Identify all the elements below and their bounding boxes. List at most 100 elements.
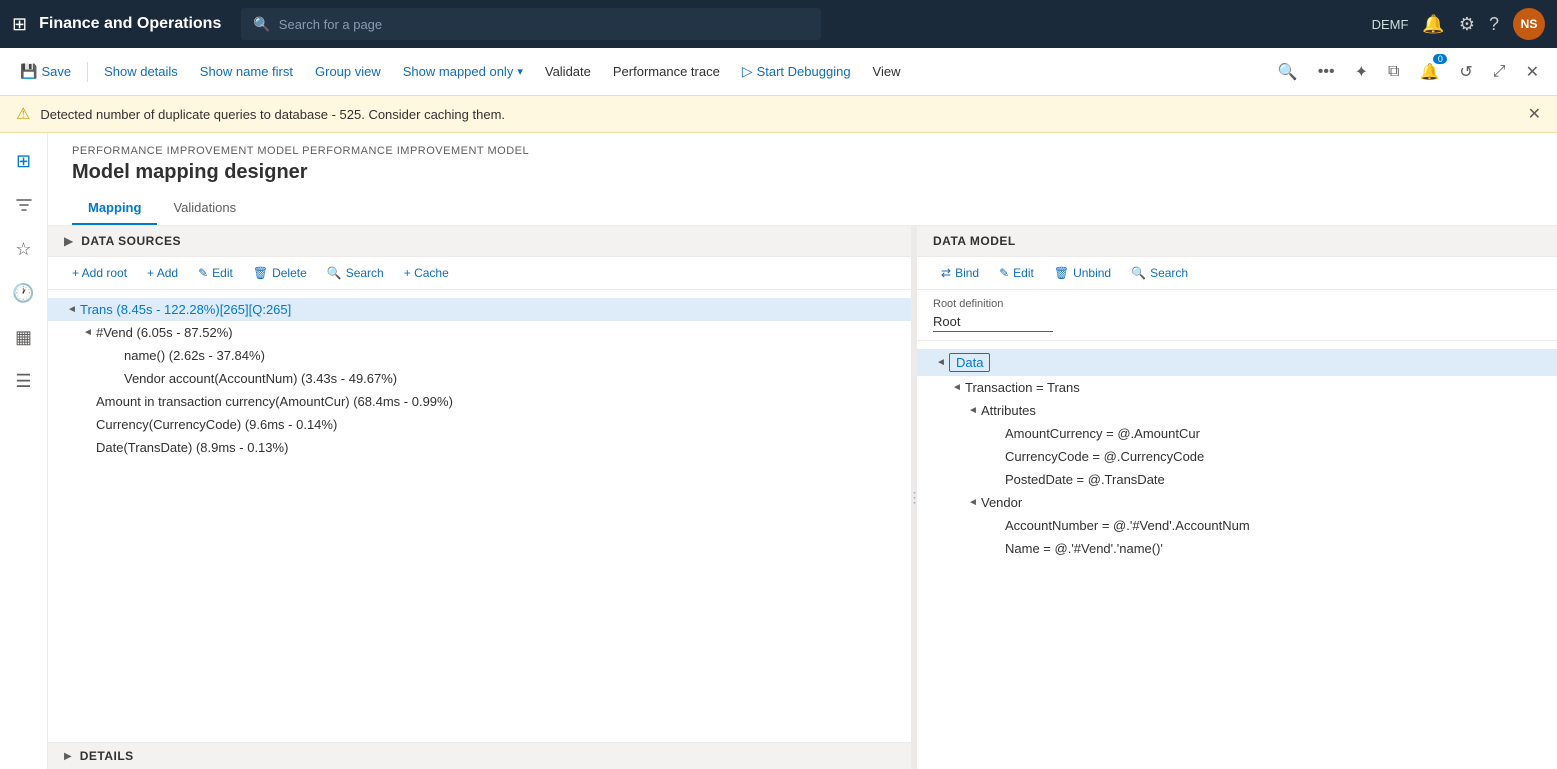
- dm-item-vendor[interactable]: ◄ Vendor: [917, 491, 1557, 514]
- tab-validations[interactable]: Validations: [157, 192, 252, 225]
- group-view-button[interactable]: Group view: [305, 60, 391, 83]
- dm-item-data[interactable]: ◄ Data: [917, 349, 1557, 376]
- app-title: Finance and Operations: [39, 15, 221, 33]
- start-debugging-label: Start Debugging: [757, 64, 851, 79]
- content-area: PERFORMANCE IMPROVEMENT MODEL PERFORMANC…: [48, 133, 1557, 769]
- toolbar-pin-icon[interactable]: ✦: [1347, 58, 1376, 86]
- toolbar-ext-icon[interactable]: ⧉: [1380, 59, 1407, 85]
- top-navigation: ⊞ Finance and Operations 🔍 DEMF 🔔 ⚙ ? NS: [0, 0, 1557, 48]
- search-label: Search: [346, 266, 384, 280]
- dm-search-icon: 🔍: [1131, 266, 1146, 280]
- tree-expander-0[interactable]: ◄: [64, 304, 80, 315]
- tree-item-trans[interactable]: ◄ Trans (8.45s - 122.28%)[265][Q:265]: [48, 298, 911, 321]
- tree-item-name[interactable]: name() (2.62s - 37.84%): [48, 344, 911, 367]
- dm-item-amount-currency[interactable]: AmountCurrency = @.AmountCur: [917, 422, 1557, 445]
- cache-button[interactable]: + Cache: [396, 263, 457, 283]
- edit-button[interactable]: ✎ Edit: [190, 263, 241, 283]
- sidebar-nav-home[interactable]: ⊞: [4, 141, 44, 181]
- show-name-first-label: Show name first: [200, 64, 293, 79]
- show-name-first-button[interactable]: Show name first: [190, 60, 303, 83]
- dm-edit-button[interactable]: ✎ Edit: [991, 263, 1042, 283]
- sidebar-nav-all-modules[interactable]: ☰: [4, 361, 44, 401]
- details-expander-icon[interactable]: ▶: [64, 751, 72, 762]
- sidebar-nav-filter[interactable]: [4, 185, 44, 225]
- view-label: View: [873, 64, 901, 79]
- validate-button[interactable]: Validate: [535, 60, 601, 83]
- dm-item-name[interactable]: Name = @.'#Vend'.'name()': [917, 537, 1557, 560]
- main-toolbar: 💾 Save Show details Show name first Grou…: [0, 48, 1557, 96]
- tab-mapping[interactable]: Mapping: [72, 192, 157, 225]
- delete-button[interactable]: 🗑 Delete: [245, 263, 315, 283]
- global-search-bar[interactable]: 🔍: [241, 8, 821, 40]
- dm-item-text-transaction: Transaction = Trans: [965, 380, 1080, 395]
- show-mapped-only-button[interactable]: Show mapped only: [393, 60, 533, 83]
- tree-expander-1[interactable]: ◄: [80, 327, 96, 338]
- view-button[interactable]: View: [863, 60, 911, 83]
- bind-button[interactable]: ⇄ Bind: [933, 263, 987, 283]
- grid-icon[interactable]: ⊞: [12, 14, 27, 35]
- toolbar-close-icon[interactable]: ✕: [1518, 58, 1547, 86]
- data-sources-tree: ◄ Trans (8.45s - 122.28%)[265][Q:265] ◄ …: [48, 290, 911, 742]
- data-sources-toolbar: + Add root + Add ✎ Edit 🗑 Delete 🔍: [48, 257, 911, 290]
- delete-icon: 🗑: [253, 266, 268, 280]
- tree-item-amount[interactable]: Amount in transaction currency(AmountCur…: [48, 390, 911, 413]
- sidebar-nav-favorites[interactable]: ☆: [4, 229, 44, 269]
- search-button[interactable]: 🔍 Search: [319, 263, 392, 283]
- notifications-icon[interactable]: 🔔: [1422, 14, 1444, 35]
- help-icon[interactable]: ?: [1489, 14, 1499, 35]
- cache-label: + Cache: [404, 266, 449, 280]
- sidebar-navigation: ⊞ ☆ 🕐 ▦ ☰: [0, 133, 48, 769]
- avatar[interactable]: NS: [1513, 8, 1545, 40]
- page-header: PERFORMANCE IMPROVEMENT MODEL PERFORMANC…: [48, 133, 1557, 192]
- dm-item-transaction[interactable]: ◄ Transaction = Trans: [917, 376, 1557, 399]
- search-input[interactable]: [279, 17, 810, 32]
- toolbar-refresh-icon[interactable]: ↺: [1451, 58, 1480, 86]
- dm-item-attributes[interactable]: ◄ Attributes: [917, 399, 1557, 422]
- warning-text: Detected number of duplicate queries to …: [40, 107, 1517, 122]
- dm-item-currency-code[interactable]: CurrencyCode = @.CurrencyCode: [917, 445, 1557, 468]
- dm-search-button[interactable]: 🔍 Search: [1123, 263, 1196, 283]
- tree-item-date[interactable]: Date(TransDate) (8.9ms - 0.13%): [48, 436, 911, 459]
- settings-icon[interactable]: ⚙: [1459, 14, 1475, 35]
- add-root-button[interactable]: + Add root: [64, 263, 135, 283]
- search-icon: 🔍: [253, 16, 270, 33]
- tree-item-vendor-account[interactable]: Vendor account(AccountNum) (3.43s - 49.6…: [48, 367, 911, 390]
- tree-item-currency[interactable]: Currency(CurrencyCode) (9.6ms - 0.14%): [48, 413, 911, 436]
- start-debugging-button[interactable]: ▷ Start Debugging: [732, 59, 861, 84]
- unbind-label: Unbind: [1073, 266, 1111, 280]
- warning-bar: ⚠ Detected number of duplicate queries t…: [0, 96, 1557, 133]
- toolbar-search-icon[interactable]: 🔍: [1270, 58, 1306, 86]
- tree-item-vend[interactable]: ◄ #Vend (6.05s - 87.52%): [48, 321, 911, 344]
- data-model-title: DATA MODEL: [933, 234, 1016, 248]
- unbind-button[interactable]: 🗑 Unbind: [1046, 263, 1119, 283]
- bind-icon: ⇄: [941, 266, 951, 280]
- dm-item-text-currency-code: CurrencyCode = @.CurrencyCode: [1005, 449, 1204, 464]
- warning-close-button[interactable]: ✕: [1528, 104, 1541, 124]
- root-definition-label: Root definition: [933, 298, 1541, 310]
- details-header[interactable]: ▶ DETAILS: [48, 743, 911, 769]
- warning-icon: ⚠: [16, 104, 30, 124]
- toolbar-notification-icon[interactable]: 🔔0: [1411, 58, 1447, 86]
- dm-expander-2[interactable]: ◄: [965, 405, 981, 416]
- toolbar-popout-icon[interactable]: ⤢: [1485, 59, 1514, 85]
- performance-trace-button[interactable]: Performance trace: [603, 60, 730, 83]
- dm-expander-6[interactable]: ◄: [965, 497, 981, 508]
- save-icon: 💾: [20, 63, 37, 80]
- top-nav-right: DEMF 🔔 ⚙ ? NS: [1372, 8, 1545, 40]
- dm-item-posted-date[interactable]: PostedDate = @.TransDate: [917, 468, 1557, 491]
- tree-item-text-currency: Currency(CurrencyCode) (9.6ms - 0.14%): [96, 417, 337, 432]
- dm-item-text-vendor: Vendor: [981, 495, 1022, 510]
- show-details-button[interactable]: Show details: [94, 60, 188, 83]
- add-button[interactable]: + Add: [139, 263, 186, 283]
- dm-expander-0[interactable]: ◄: [933, 357, 949, 368]
- sidebar-nav-recent[interactable]: 🕐: [4, 273, 44, 313]
- data-model-toolbar: ⇄ Bind ✎ Edit 🗑 Unbind 🔍 Search: [917, 257, 1557, 290]
- sidebar-nav-workspaces[interactable]: ▦: [4, 317, 44, 357]
- performance-trace-label: Performance trace: [613, 64, 720, 79]
- unbind-icon: 🗑: [1054, 266, 1069, 280]
- data-sources-collapse-icon[interactable]: ▶: [64, 234, 73, 248]
- toolbar-more-icon[interactable]: •••: [1310, 59, 1343, 85]
- dm-item-account-number[interactable]: AccountNumber = @.'#Vend'.AccountNum: [917, 514, 1557, 537]
- dm-expander-1[interactable]: ◄: [949, 382, 965, 393]
- save-button[interactable]: 💾 Save: [10, 59, 81, 84]
